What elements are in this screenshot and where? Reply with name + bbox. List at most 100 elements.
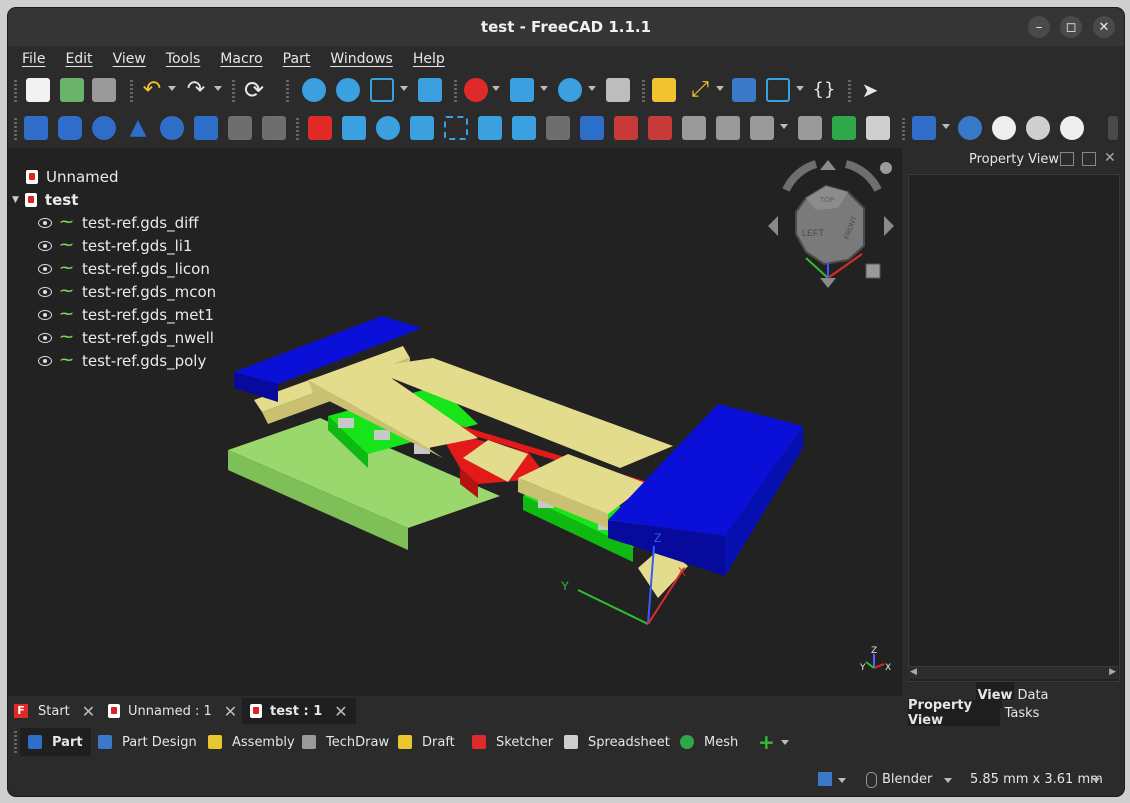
refresh-icon[interactable]: ⟳ (242, 78, 266, 102)
tab-tasks[interactable]: Tasks (1002, 700, 1042, 726)
cylinder-icon[interactable] (58, 116, 82, 140)
close-tab-icon[interactable]: ✕ (224, 702, 237, 721)
thickness-icon[interactable] (750, 116, 774, 140)
visibility-eye-icon[interactable] (38, 356, 52, 366)
tree-item[interactable]: ⁓ test-ref.gds_mcon (38, 281, 216, 303)
intersection-icon[interactable] (1060, 116, 1084, 140)
close-tab-icon[interactable]: ✕ (334, 702, 347, 721)
rotate-left-arc-icon[interactable] (782, 160, 818, 192)
3d-viewport[interactable]: Unnamed ▼ test ⁓ test-ref.gds_diff ⁓ tes… (8, 148, 902, 696)
toolbar-grip[interactable] (130, 80, 133, 102)
nav-style-dropdown-icon[interactable] (944, 778, 952, 783)
toolbar-grip[interactable] (14, 731, 17, 753)
revolve-icon[interactable] (376, 116, 400, 140)
make-face-icon[interactable] (512, 116, 536, 140)
rotate-right-arc-icon[interactable] (844, 160, 882, 192)
workbench-part[interactable]: Part (20, 728, 91, 756)
tree-item[interactable]: ⁓ test-ref.gds_poly (38, 350, 206, 372)
toolbar-grip[interactable] (848, 80, 851, 102)
close-panel-icon[interactable]: ✕ (1104, 150, 1116, 166)
menu-edit[interactable]: Edit (55, 51, 102, 67)
group-icon[interactable] (732, 78, 756, 102)
save-icon[interactable] (92, 78, 116, 102)
primitives-icon[interactable] (228, 116, 252, 140)
doc-tab-unnamed[interactable]: Unnamed : 1 ✕ (108, 698, 237, 724)
tree-item[interactable]: ⁓ test-ref.gds_licon (38, 258, 210, 280)
boolean-icon[interactable] (832, 116, 856, 140)
torus-icon[interactable] (160, 116, 184, 140)
toolbar-grip[interactable] (286, 80, 289, 102)
box-selection-icon[interactable] (510, 78, 534, 102)
draw-style-icon[interactable] (464, 78, 488, 102)
nav-up-arrow-icon[interactable] (820, 160, 836, 170)
menu-help[interactable]: Help (403, 51, 455, 67)
menu-part[interactable]: Part (273, 51, 321, 67)
expand-arrow-icon[interactable]: ▼ (12, 195, 19, 205)
redo-icon[interactable]: ↷ (184, 78, 208, 102)
projection-icon[interactable] (798, 116, 822, 140)
workbench-sketcher[interactable]: Sketcher (464, 728, 561, 756)
extrude-icon[interactable] (342, 116, 366, 140)
visibility-eye-icon[interactable] (38, 310, 52, 320)
tree-item[interactable]: ⁓ test-ref.gds_nwell (38, 327, 214, 349)
menu-view[interactable]: View (103, 51, 156, 67)
doc-tab-test[interactable]: test : 1 ✕ (242, 698, 356, 724)
toolbar-grip[interactable] (14, 80, 17, 102)
measure-distance-icon[interactable] (606, 78, 630, 102)
navigation-style-label[interactable]: Blender (882, 772, 932, 787)
whats-this-icon[interactable]: ➤ (858, 78, 882, 102)
sketch-icon[interactable] (308, 116, 332, 140)
macro-icon[interactable]: {} (812, 78, 836, 102)
undo-dropdown-icon[interactable] (168, 86, 176, 91)
sphere-icon[interactable] (92, 116, 116, 140)
nav-view-menu-cube-icon[interactable] (865, 263, 881, 279)
nav-down-arrow-icon[interactable] (820, 278, 836, 288)
chamfer-icon[interactable] (478, 116, 502, 140)
box-selection-dropdown-icon[interactable] (540, 86, 548, 91)
nav-right-arrow-icon[interactable] (884, 216, 894, 236)
nav-menu-icon[interactable] (880, 162, 892, 174)
maximize-button[interactable]: ◻ (1060, 16, 1082, 38)
tab-property-view[interactable]: Property View (908, 698, 1000, 728)
workbench-techdraw[interactable]: TechDraw (294, 728, 397, 756)
units-dropdown-icon[interactable] (1092, 778, 1100, 783)
navigation-cube[interactable]: TOP LEFT FRONT (766, 154, 896, 289)
mirror-icon[interactable] (410, 116, 434, 140)
toolbar-grip[interactable] (296, 118, 299, 140)
fillet-icon[interactable] (444, 116, 468, 140)
common-icon[interactable] (992, 116, 1016, 140)
toolbar-grip[interactable] (902, 118, 905, 140)
tree-item[interactable]: ⁓ test-ref.gds_li1 (38, 235, 192, 257)
box-icon[interactable] (24, 116, 48, 140)
visibility-eye-icon[interactable] (38, 287, 52, 297)
workbench-assembly[interactable]: Assembly (200, 728, 303, 756)
open-document-icon[interactable] (60, 78, 84, 102)
toolbar-grip[interactable] (232, 80, 235, 102)
coordinate-system-icon[interactable]: ⤢ (688, 78, 712, 102)
workbench-spreadsheet[interactable]: Spreadsheet (556, 728, 678, 756)
visibility-eye-icon[interactable] (38, 264, 52, 274)
cone-icon[interactable]: ▲ (126, 116, 150, 140)
redo-dropdown-icon[interactable] (214, 86, 222, 91)
add-workbench-button[interactable]: + (750, 728, 797, 756)
horizontal-scrollbar[interactable]: ◀ ▶ (908, 666, 1118, 679)
std-views-icon[interactable] (370, 78, 394, 102)
section-icon[interactable] (648, 116, 672, 140)
workbench-part-design[interactable]: Part Design (90, 728, 205, 756)
zoom-dropdown-icon[interactable] (588, 86, 596, 91)
menu-windows[interactable]: Windows (320, 51, 403, 67)
tube-icon[interactable] (194, 116, 218, 140)
toolbar-overflow-icon[interactable] (1108, 116, 1118, 140)
undo-icon[interactable]: ↶ (140, 78, 164, 102)
visibility-eye-icon[interactable] (38, 333, 52, 343)
visibility-eye-icon[interactable] (38, 241, 52, 251)
tree-item[interactable]: ⁓ test-ref.gds_met1 (38, 304, 214, 326)
zoom-icon[interactable] (558, 78, 582, 102)
workbench-draft[interactable]: Draft (390, 728, 463, 756)
compound-dropdown-icon[interactable] (942, 124, 950, 129)
tree-item-test[interactable]: ▼ test (12, 189, 78, 211)
cross-sections-icon[interactable] (682, 116, 706, 140)
toolbar-grip[interactable] (454, 80, 457, 102)
loft-icon[interactable] (580, 116, 604, 140)
coordinate-system-dropdown-icon[interactable] (716, 86, 724, 91)
